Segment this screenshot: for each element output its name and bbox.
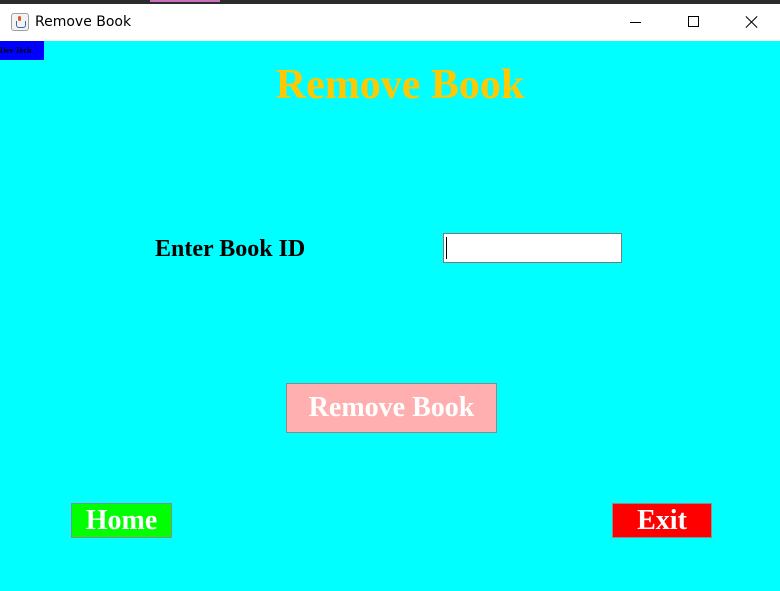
book-id-input[interactable] xyxy=(443,233,622,263)
java-cup-icon xyxy=(11,13,29,31)
minimize-button[interactable] xyxy=(606,4,664,40)
home-button[interactable]: Home xyxy=(71,503,172,538)
close-button[interactable] xyxy=(722,4,780,40)
maximize-button[interactable] xyxy=(664,4,722,40)
taskbar-accent xyxy=(150,0,220,2)
remove-book-button[interactable]: Remove Book xyxy=(286,383,497,433)
book-id-label: Enter Book ID xyxy=(155,236,306,262)
page-title: Remove Book xyxy=(275,62,525,108)
maximize-icon xyxy=(688,16,699,27)
minimize-icon xyxy=(630,22,641,23)
window-titlebar[interactable]: Remove Book xyxy=(0,4,780,41)
exit-button[interactable]: Exit xyxy=(612,503,712,538)
text-caret xyxy=(446,237,447,259)
dev-tech-tag: Dev Tech xyxy=(0,41,44,60)
window-title: Remove Book xyxy=(35,14,132,30)
